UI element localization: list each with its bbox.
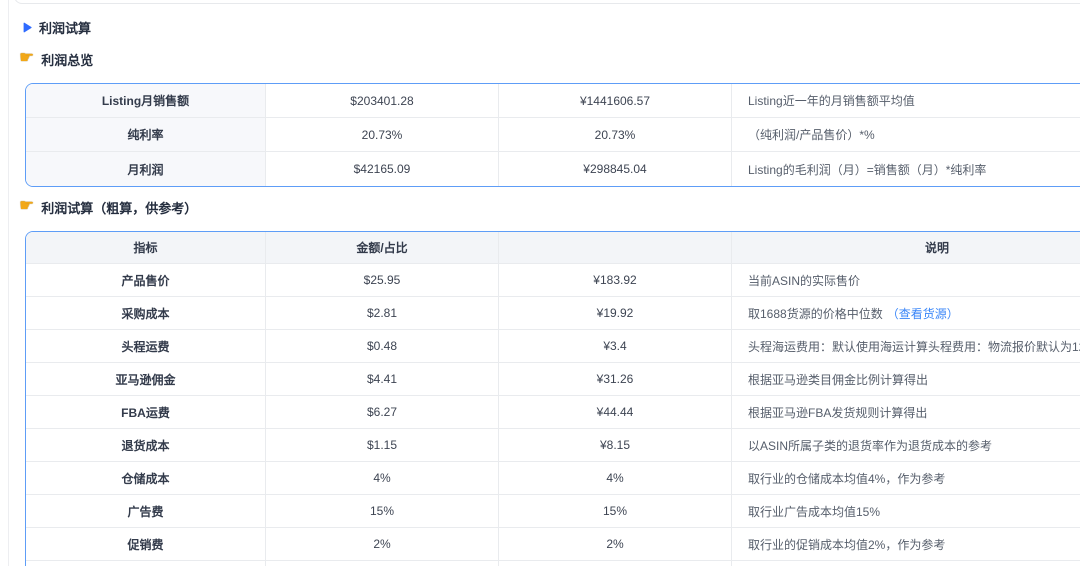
row-label: 促销费 [26,528,266,561]
row-note: 取行业广告成本均值15% [732,495,1080,528]
column-header-amount: 金额/占比 [266,232,499,264]
usd-value: $4.41 [266,363,499,396]
usd-value: $25.95 [266,264,499,297]
calc-title: 利润试算（粗算，供参考） [41,201,198,216]
table-row: 仓储成本 4% 4% 取行业的仓储成本均值4%，作为参考 [26,462,1080,495]
profit-estimate-panel: 利润试算 ☛ 利润总览 Listing月销售额 $203401.28 ¥1441… [0,0,1080,566]
note-text: 根据亚马逊类目佣金比例计算得出 [748,372,929,387]
table-row: 月利润 $42165.09 ¥298845.04 Listing的毛利润（月）=… [26,152,1080,186]
row-label: 广告费 [26,495,266,528]
table-row-partial [26,561,1080,566]
row-note: 头程海运费用：默认使用海运计算头程费用：物流报价默认为12。 [732,330,1080,363]
row-note: 取行业的促销成本均值2%，作为参考 [732,528,1080,561]
row-note: 取1688货源的价格中位数 （查看货源） [732,297,1080,330]
table-row: 亚马逊佣金 $4.41 ¥31.26 根据亚马逊类目佣金比例计算得出 [26,363,1080,396]
row-label: 月利润 [26,152,266,186]
overview-title: 利润总览 [41,53,94,68]
cny-value: ¥3.4 [499,330,732,363]
pointing-hand-icon: ☛ [19,48,35,68]
table-row: 采购成本 $2.81 ¥19.92 取1688货源的价格中位数 （查看货源） [26,297,1080,330]
row-label: 头程运费 [26,330,266,363]
usd-value: $1.15 [266,429,499,462]
note-text: 取行业的促销成本均值2%，作为参考 [748,537,946,552]
row-note: 根据亚马逊类目佣金比例计算得出 [732,363,1080,396]
column-header-description: 说明 [732,232,1080,264]
subsection-header-profit-overview: ☛ 利润总览 [19,50,93,69]
usd-value: $2.81 [266,297,499,330]
row-note: Listing的毛利润（月）=销售额（月）*纯利率 [732,152,1080,186]
column-header-blank [499,232,732,264]
pointing-hand-icon: ☛ [19,196,35,216]
cny-value: ¥8.15 [499,429,732,462]
column-header-metric: 指标 [26,232,266,264]
profit-overview-table: Listing月销售额 $203401.28 ¥1441606.57 Listi… [25,83,1080,187]
row-label: 亚马逊佣金 [26,363,266,396]
left-panel-divider [8,0,9,566]
subsection-header-profit-calc: ☛ 利润试算（粗算，供参考） [19,198,197,217]
usd-value: 2% [266,528,499,561]
usd-value: $42165.09 [266,152,499,186]
section-title: 利润试算 [39,21,92,36]
usd-value: $203401.28 [266,84,499,118]
note-text: Listing的毛利润（月）=销售额（月）*纯利率 [748,162,987,177]
view-supply-link[interactable]: （查看货源） [887,305,959,322]
table-row: 广告费 15% 15% 取行业广告成本均值15% [26,495,1080,528]
cny-value: 20.73% [499,118,732,152]
cny-value: 15% [499,495,732,528]
row-note: 根据亚马逊FBA发货规则计算得出 [732,396,1080,429]
row-label: 采购成本 [26,297,266,330]
table-row: Listing月销售额 $203401.28 ¥1441606.57 Listi… [26,84,1080,118]
row-label: 退货成本 [26,429,266,462]
row-note: 以ASIN所属子类的退货率作为退货成本的参考 [732,429,1080,462]
calc-table-header-row: 指标 金额/占比 说明 [26,232,1080,264]
note-text: Listing近一年的月销售额平均值 [748,94,915,108]
row-label: 纯利率 [26,118,266,152]
usd-value: 4% [266,462,499,495]
calc-table-body: 产品售价 $25.95 ¥183.92 当前ASIN的实际售价 采购成本 $2.… [26,264,1080,561]
table-row: 纯利率 20.73% 20.73% （纯利润/产品售价）*% [26,118,1080,152]
row-label: 产品售价 [26,264,266,297]
table-row: 退货成本 $1.15 ¥8.15 以ASIN所属子类的退货率作为退货成本的参考 [26,429,1080,462]
note-text: 取1688货源的价格中位数 [748,306,883,321]
note-text: 取行业的仓储成本均值4%，作为参考 [748,471,946,486]
cny-value: ¥44.44 [499,396,732,429]
cny-value: ¥183.92 [499,264,732,297]
section-header-profit-estimate[interactable]: 利润试算 [23,18,91,37]
note-text: 当前ASIN的实际售价 [748,273,861,288]
note-text: 取行业广告成本均值15% [748,504,881,519]
note-text: （纯利润/产品售价）*% [748,128,875,142]
note-text: 头程海运费用：默认使用海运计算头程费用：物流报价默认为12。 [748,339,1080,354]
cny-value: 2% [499,528,732,561]
row-note: 当前ASIN的实际售价 [732,264,1080,297]
cny-value: 4% [499,462,732,495]
note-text: 以ASIN所属子类的退货率作为退货成本的参考 [748,438,993,453]
usd-value: $0.48 [266,330,499,363]
row-note: Listing近一年的月销售额平均值 [732,84,1080,118]
row-note: （纯利润/产品售价）*% [732,118,1080,152]
triangle-expand-icon [23,22,32,33]
cny-value: ¥298845.04 [499,152,732,186]
table-row: 促销费 2% 2% 取行业的促销成本均值2%，作为参考 [26,528,1080,561]
usd-value: $6.27 [266,396,499,429]
note-text: 根据亚马逊FBA发货规则计算得出 [748,405,928,420]
cny-value: ¥1441606.57 [499,84,732,118]
row-label: FBA运费 [26,396,266,429]
overview-table-body: Listing月销售额 $203401.28 ¥1441606.57 Listi… [26,84,1080,186]
table-row: FBA运费 $6.27 ¥44.44 根据亚马逊FBA发货规则计算得出 [26,396,1080,429]
profit-calc-table: 指标 金额/占比 说明 产品售价 $25.95 ¥183.92 当前ASIN的实… [25,231,1080,566]
row-label: 仓储成本 [26,462,266,495]
row-label: Listing月销售额 [26,84,266,118]
table-row: 头程运费 $0.48 ¥3.4 头程海运费用：默认使用海运计算头程费用：物流报价… [26,330,1080,363]
cny-value: ¥31.26 [499,363,732,396]
cny-value: ¥19.92 [499,297,732,330]
previous-card-bottom-edge [14,0,1080,4]
usd-value: 20.73% [266,118,499,152]
table-row: 产品售价 $25.95 ¥183.92 当前ASIN的实际售价 [26,264,1080,297]
row-note: 取行业的仓储成本均值4%，作为参考 [732,462,1080,495]
usd-value: 15% [266,495,499,528]
